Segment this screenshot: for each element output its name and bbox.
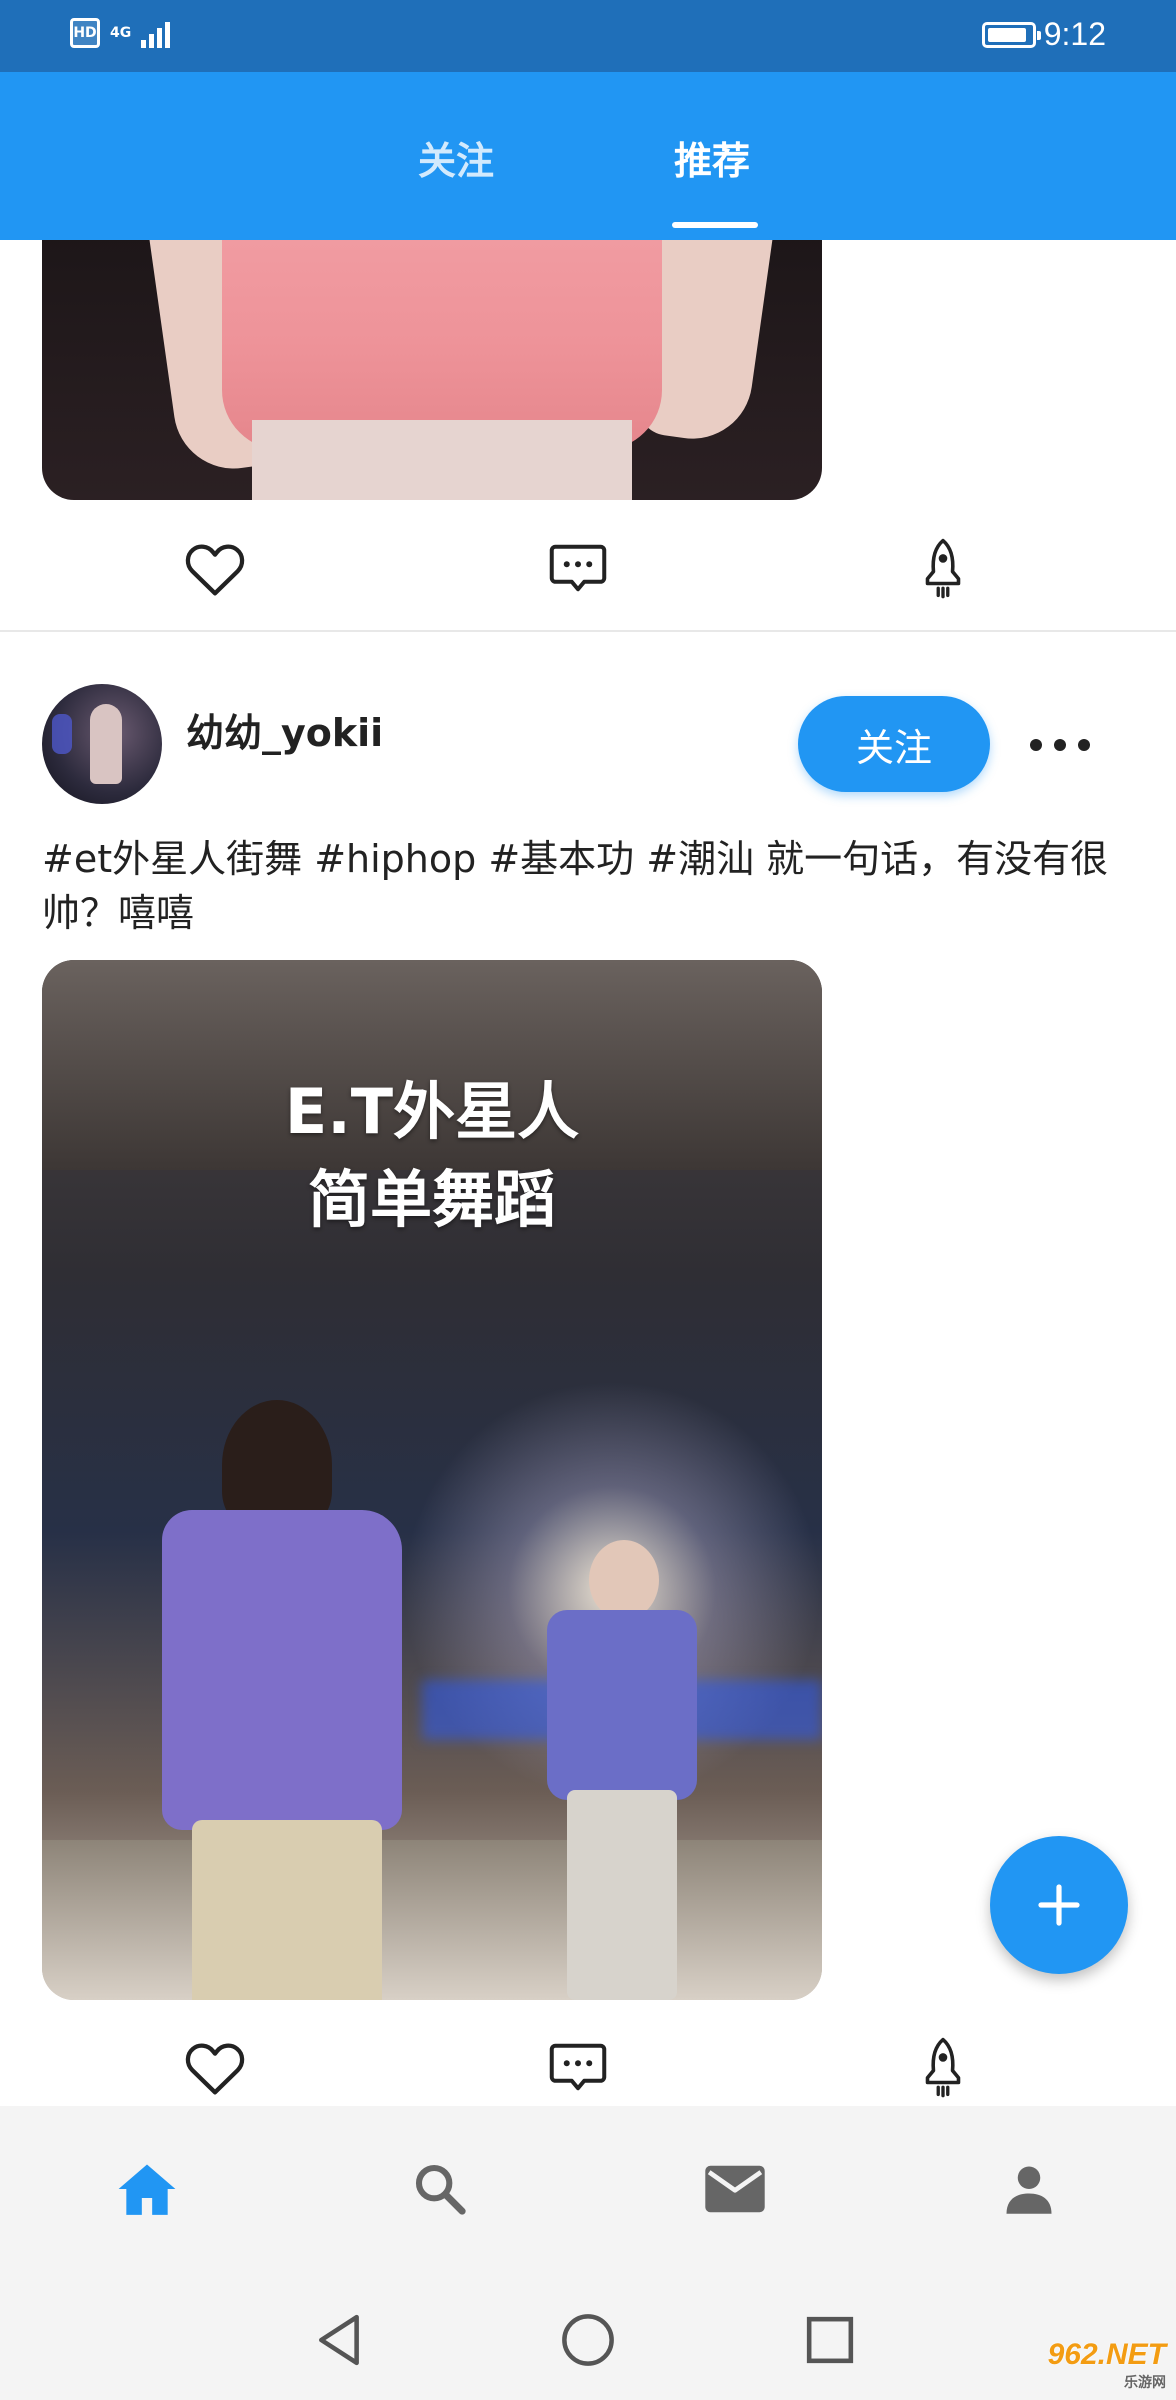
post-video-thumbnail[interactable] — [42, 240, 822, 500]
post-actions — [0, 525, 1176, 605]
watermark-sub: 乐游网 — [1124, 2374, 1166, 2390]
heart-outline-icon — [185, 544, 245, 596]
image-dancer — [162, 1400, 402, 2000]
watermark-logo: 962.NET 乐游网 — [1048, 2338, 1166, 2392]
avatar-light — [52, 714, 72, 754]
comment-bubble-icon — [549, 2043, 607, 2091]
feed[interactable]: 幼幼_yokii 关注 #et外星人街舞 #hiphop #基本功 #潮汕 就一… — [0, 240, 1176, 2106]
boost-button[interactable] — [910, 2034, 976, 2100]
search-icon — [415, 2164, 466, 2215]
status-time: 9:12 — [1043, 16, 1106, 52]
system-home-button[interactable] — [558, 2310, 618, 2370]
create-post-button[interactable] — [990, 1836, 1128, 1974]
avatar-figure — [90, 704, 122, 784]
nav-profile[interactable] — [994, 2154, 1064, 2224]
nav-search[interactable] — [405, 2154, 475, 2224]
bottom-nav — [0, 2106, 1176, 2270]
video-overlay-line1: E.T外星人 — [284, 1075, 580, 1148]
back-triangle-icon — [319, 2314, 359, 2366]
username[interactable]: 幼幼_yokii — [186, 702, 383, 757]
avatar[interactable] — [42, 684, 162, 804]
status-left: HD 4G — [70, 18, 171, 48]
mail-icon — [705, 2165, 765, 2213]
heart-outline-icon — [185, 2043, 245, 2095]
home-circle-icon — [562, 2314, 614, 2366]
hd-badge: HD — [70, 18, 100, 48]
follow-button[interactable]: 关注 — [798, 696, 990, 792]
recents-square-icon — [806, 2316, 854, 2364]
video-overlay-text: E.T外星人 简单舞蹈 — [42, 1068, 822, 1244]
status-bar: HD 4G 9:12 — [0, 0, 1176, 72]
battery-level — [987, 27, 1026, 42]
system-recents-button[interactable] — [800, 2310, 860, 2370]
home-icon — [118, 2164, 176, 2215]
tab-recommend[interactable]: 推荐 — [674, 130, 750, 185]
nav-home[interactable] — [112, 2154, 182, 2224]
top-tab-bar: 关注 推荐 — [0, 72, 1176, 240]
like-button[interactable] — [182, 535, 248, 601]
post-video-thumbnail[interactable]: E.T外星人 简单舞蹈 — [42, 960, 822, 2000]
signal-icon — [141, 18, 171, 48]
image-waist — [252, 420, 632, 500]
tab-follow[interactable]: 关注 — [418, 130, 494, 185]
post-actions — [0, 2024, 1176, 2104]
plus-icon — [1038, 1884, 1080, 1926]
network-type: 4G — [110, 25, 132, 41]
post-text: #et外星人街舞 #hiphop #基本功 #潮汕 就一句话，有没有很帅？嘻嘻 — [42, 837, 1109, 935]
system-nav-bar: 962.NET 乐游网 — [0, 2270, 1176, 2400]
active-tab-indicator — [672, 222, 758, 228]
image-dancer-reflection — [547, 1540, 697, 2000]
battery-icon — [981, 21, 1041, 48]
system-back-button[interactable] — [310, 2310, 370, 2370]
more-options-icon[interactable] — [1030, 720, 1090, 770]
rocket-icon — [925, 538, 961, 599]
comment-button[interactable] — [545, 2034, 611, 2100]
nav-messages[interactable] — [700, 2154, 770, 2224]
person-icon — [1006, 2166, 1052, 2214]
image-pink-top — [222, 240, 662, 450]
post-divider — [0, 630, 1176, 632]
image-floor — [42, 1840, 822, 2000]
rocket-icon — [925, 2037, 961, 2098]
like-button[interactable] — [182, 2034, 248, 2100]
watermark-brand: 962.NET — [1047, 2338, 1166, 2371]
boost-button[interactable] — [910, 535, 976, 601]
comment-button[interactable] — [545, 535, 611, 601]
video-overlay-line2: 简单舞蹈 — [307, 1163, 556, 1236]
status-right: 9:12 — [981, 16, 1106, 53]
comment-bubble-icon — [549, 544, 607, 592]
